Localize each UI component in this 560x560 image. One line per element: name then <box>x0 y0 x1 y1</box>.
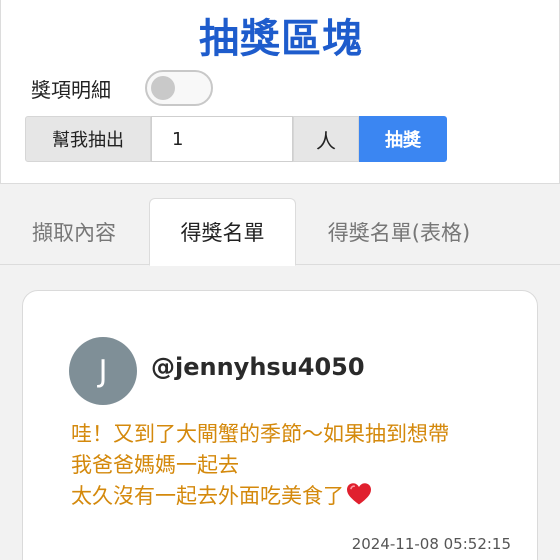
comment-line-text: 太久沒有一起去外面吃美食了 <box>71 484 344 508</box>
draw-prefix-label: 幫我抽出 <box>25 116 151 162</box>
winner-card: J @jennyhsu4050 哇！又到了大閘蟹的季節～如果抽到想帶 我爸爸媽媽… <box>22 290 538 560</box>
draw-button[interactable]: 抽獎 <box>359 116 447 162</box>
draw-suffix-label: 人 <box>293 116 359 162</box>
page-title: 抽獎區塊 <box>199 16 363 62</box>
toggle-knob <box>151 76 175 100</box>
comment-timestamp: 2024-11-08 05:52:15 <box>351 535 511 553</box>
tab-winner-list[interactable]: 得獎名單 <box>149 198 296 266</box>
avatar: J <box>69 337 137 405</box>
winner-comment: 哇！又到了大閘蟹的季節～如果抽到想帶 我爸爸媽媽一起去 太久沒有一起去外面吃美食… <box>71 419 511 512</box>
prize-details-toggle[interactable] <box>145 70 213 106</box>
comment-line: 我爸爸媽媽一起去 <box>71 453 239 477</box>
comment-line-with-heart: 太久沒有一起去外面吃美食了 <box>71 481 511 512</box>
tab-bar: 擷取內容 得獎名單 得獎名單(表格) <box>0 198 560 266</box>
winner-username: @jennyhsu4050 <box>151 353 365 381</box>
red-heart-icon <box>347 483 371 505</box>
prize-details-label: 獎項明細 <box>31 78 111 102</box>
draw-settings-panel: 抽獎區塊 獎項明細 幫我抽出 人 抽獎 <box>0 0 560 184</box>
comment-line: 哇！又到了大閘蟹的季節～如果抽到想帶 <box>71 422 449 446</box>
winner-count-input[interactable] <box>151 116 293 162</box>
draw-input-group: 幫我抽出 人 抽獎 <box>25 116 447 162</box>
tab-extracted-content[interactable]: 擷取內容 <box>0 198 148 266</box>
tab-winner-table[interactable]: 得獎名單(表格) <box>296 198 502 266</box>
